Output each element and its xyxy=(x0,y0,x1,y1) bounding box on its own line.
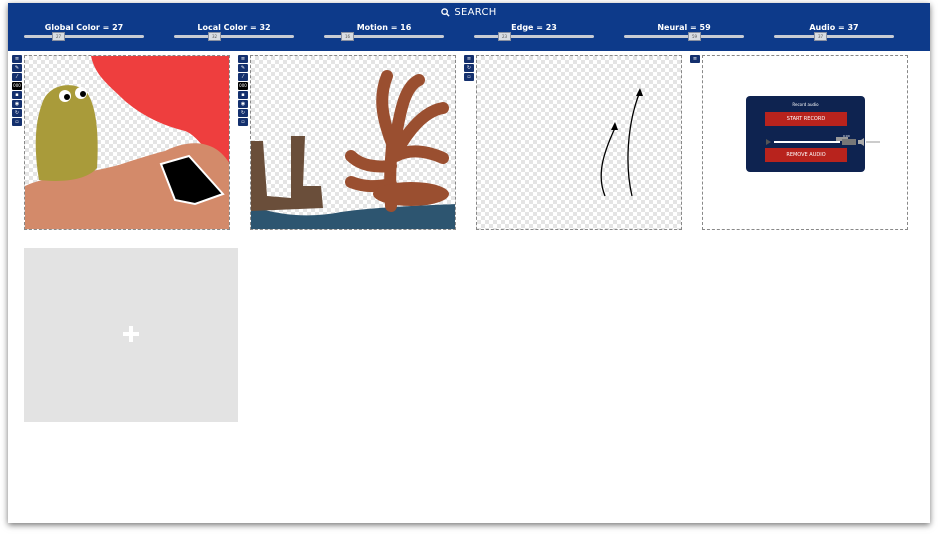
file-icon[interactable]: ▪ xyxy=(12,91,22,99)
audio-player-controls xyxy=(766,137,880,146)
audio-panel: Record audio START RECORD 0:00 REMOVE AU… xyxy=(702,55,908,230)
color-sketch xyxy=(25,56,229,229)
canvas-1-toolbar: ≡ ✎ ⁄ 000 ▪ ◉ ↻ ▫ xyxy=(12,55,22,127)
slider-label: Edge = 23 xyxy=(511,23,557,32)
slider-track[interactable]: 27 xyxy=(24,32,144,41)
start-record-button[interactable]: START RECORD xyxy=(765,112,847,126)
search-icon xyxy=(441,7,450,17)
eyedropper-icon[interactable]: ⁄ xyxy=(238,73,248,81)
slider-audio[interactable]: Audio = 37 37 xyxy=(774,23,894,41)
slider-global-color[interactable]: Global Color = 27 27 xyxy=(24,23,144,41)
add-query-tile[interactable] xyxy=(24,248,238,422)
brush-size-field[interactable]: 000 xyxy=(12,82,22,90)
slider-track[interactable]: 37 xyxy=(774,32,894,41)
slider-edge[interactable]: Edge = 23 23 xyxy=(474,23,594,41)
slider-local-color[interactable]: Local Color = 32 32 xyxy=(174,23,294,41)
canvas-2-toolbar: ≡ ✎ ⁄ 000 ▪ ◉ ↻ ▫ xyxy=(238,55,248,127)
play-icon xyxy=(766,139,771,145)
camera-icon[interactable]: ◉ xyxy=(12,100,22,108)
volume-icon xyxy=(858,138,864,146)
slider-thumb[interactable]: 16 xyxy=(341,32,354,41)
slider-label: Audio = 37 xyxy=(809,23,859,32)
slider-thumb[interactable]: 23 xyxy=(498,32,511,41)
motion-sketch xyxy=(600,88,643,197)
slider-label: Local Color = 32 xyxy=(197,23,271,32)
menu-icon[interactable]: ≡ xyxy=(464,55,474,63)
local-color-sketch xyxy=(251,70,455,229)
menu-icon[interactable]: ≡ xyxy=(12,55,22,63)
slider-thumb[interactable]: 37 xyxy=(814,32,827,41)
trash-icon[interactable]: ▫ xyxy=(238,118,248,126)
remove-audio-button[interactable]: REMOVE AUDIO xyxy=(765,148,847,162)
camera-icon[interactable]: ◉ xyxy=(238,100,248,108)
eyedropper-icon[interactable]: ⁄ xyxy=(12,73,22,81)
local-color-canvas[interactable] xyxy=(250,55,456,230)
top-bar: SEARCH Global Color = 27 27 Local Color … xyxy=(8,3,930,51)
plus-icon xyxy=(123,326,139,342)
motion-canvas[interactable] xyxy=(476,55,682,230)
trash-icon[interactable]: ▫ xyxy=(12,118,22,126)
search-button[interactable]: SEARCH xyxy=(8,7,930,18)
file-icon[interactable]: ▪ xyxy=(238,91,248,99)
slider-thumb[interactable]: 32 xyxy=(208,32,221,41)
canvas-4-toolbar: ≡ xyxy=(690,55,700,64)
slider-track[interactable]: 23 xyxy=(474,32,594,41)
brush-icon[interactable]: ✎ xyxy=(238,64,248,72)
record-audio-title: Record audio xyxy=(792,102,819,107)
slider-label: Neural = 59 xyxy=(657,23,711,32)
app-frame: SEARCH Global Color = 27 27 Local Color … xyxy=(8,3,930,523)
refresh-icon[interactable]: ↻ xyxy=(12,109,22,117)
slider-thumb[interactable]: 27 xyxy=(52,32,65,41)
search-label: SEARCH xyxy=(454,7,497,18)
brush-size-field[interactable]: 000 xyxy=(238,82,248,90)
menu-icon[interactable]: ≡ xyxy=(238,55,248,63)
slider-track[interactable]: 59 xyxy=(624,32,744,41)
slider-label: Motion = 16 xyxy=(356,23,412,32)
slider-track[interactable]: 32 xyxy=(174,32,294,41)
canvas-3-toolbar: ≡ ↻ ▫ xyxy=(464,55,474,82)
menu-icon[interactable]: ≡ xyxy=(690,55,700,63)
color-canvas[interactable] xyxy=(24,55,230,230)
audio-time: 0:00 xyxy=(843,134,850,138)
brush-icon[interactable]: ✎ xyxy=(12,64,22,72)
refresh-icon[interactable]: ↻ xyxy=(238,109,248,117)
slider-neural[interactable]: Neural = 59 59 xyxy=(624,23,744,41)
slider-track[interactable]: 16 xyxy=(324,32,444,41)
refresh-icon[interactable]: ↻ xyxy=(464,64,474,72)
slider-motion[interactable]: Motion = 16 16 xyxy=(324,23,444,41)
slider-label: Global Color = 27 xyxy=(44,23,124,32)
audio-player[interactable]: 0:00 xyxy=(766,132,881,146)
slider-thumb[interactable]: 59 xyxy=(688,32,701,41)
trash-icon[interactable]: ▫ xyxy=(464,73,474,81)
record-audio-box: Record audio START RECORD 0:00 REMOVE AU… xyxy=(746,96,880,172)
